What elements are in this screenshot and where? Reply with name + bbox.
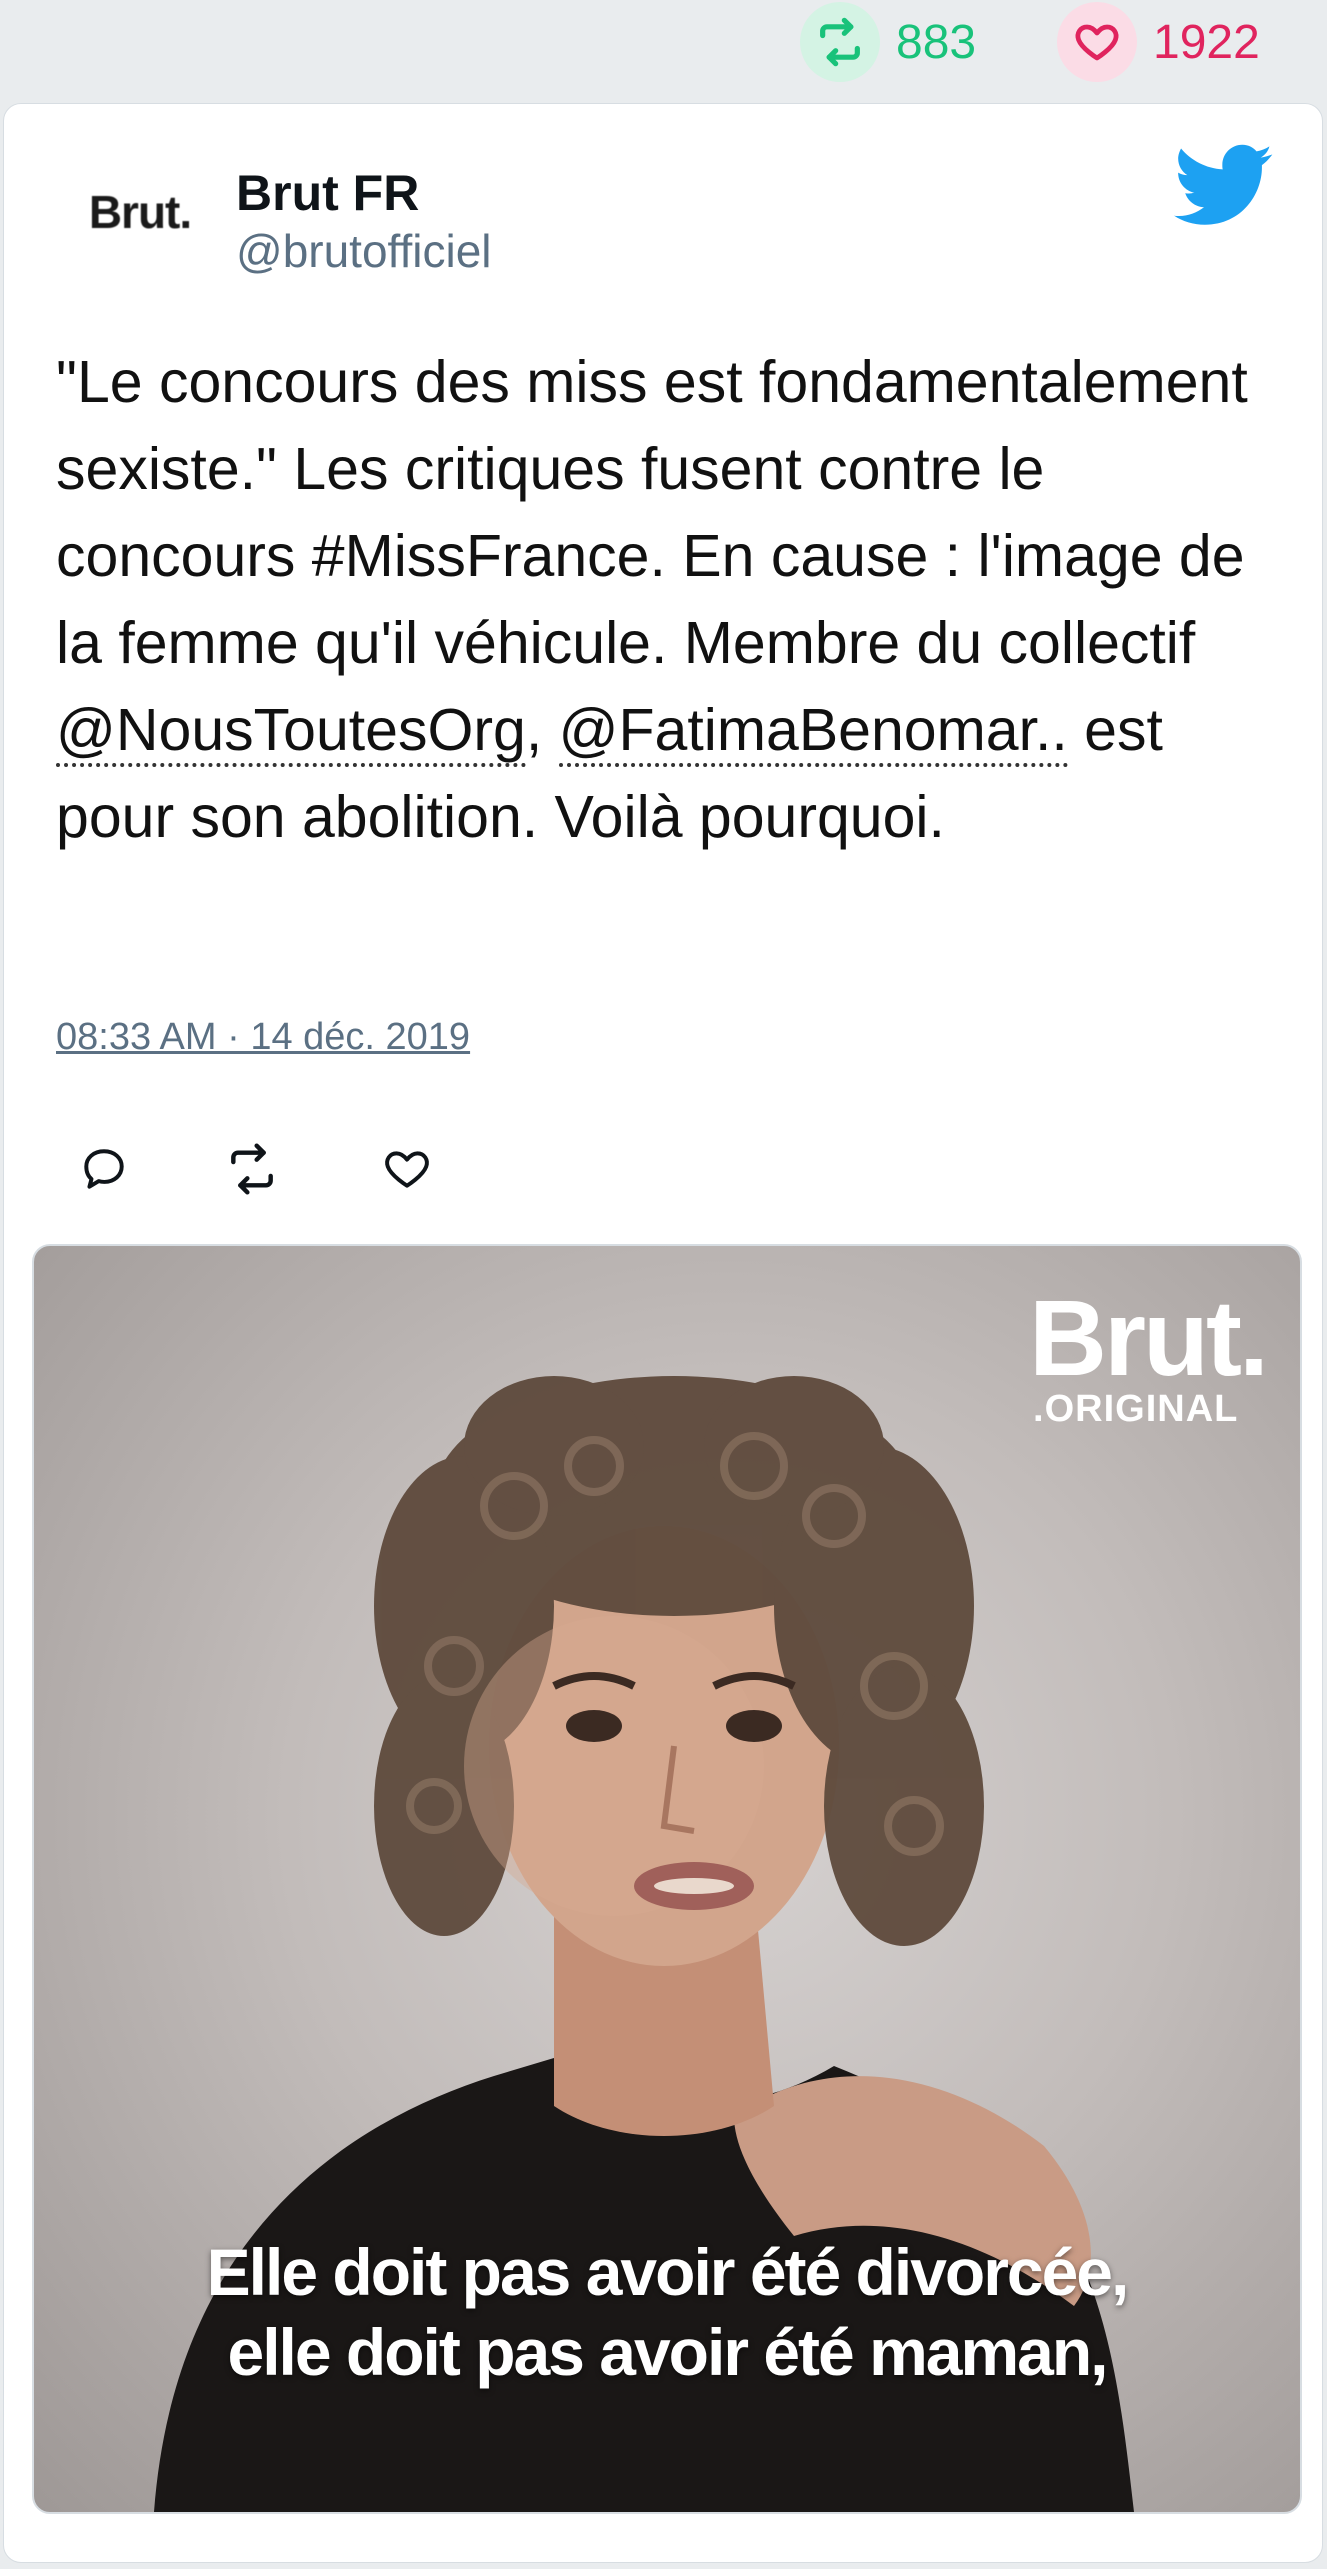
tweet-video[interactable]: Brut. .ORIGINAL Elle doit pas avoir été … [32,1244,1302,2514]
tweet-text-part: "Le concours des miss est fondamentaleme… [56,349,1248,676]
retweet-icon [800,2,880,82]
tweet-card[interactable]: Brut. Brut FR @brutofficiel "Le concours… [3,103,1323,2563]
mention-link[interactable]: @NousToutesOrg [56,697,526,767]
tweet-text-part: , [525,697,559,763]
avatar[interactable]: Brut. [52,156,228,268]
retweet-icon[interactable] [222,1139,282,1199]
caption-line: Elle doit pas avoir été divorcée, [206,2235,1130,2309]
brut-original-logo: Brut. .ORIGINAL [1029,1277,1269,1431]
brut-logo-text: Brut. [1029,1277,1269,1398]
twitter-bird-icon[interactable] [1174,144,1274,228]
tweet-timestamp[interactable]: 08:33 AM · 14 déc. 2019 [56,1016,470,1059]
mention-text: @FatimaBenomar [558,697,1035,763]
mention-link[interactable]: @FatimaBenomar.. [558,697,1068,767]
author-handle[interactable]: @brutofficiel [236,224,492,278]
heart-icon[interactable] [377,1139,437,1199]
tweet-text: "Le concours des miss est fondamentaleme… [56,339,1296,861]
caption-line: elle doit pas avoir été maman, [227,2315,1108,2389]
author-name[interactable]: Brut FR [236,164,419,222]
original-label: .ORIGINAL [1033,1388,1239,1430]
retweet-count: 883 [896,15,977,69]
mention-suffix: .. [1034,697,1068,763]
reply-icon[interactable] [74,1139,134,1199]
engagement-stats: 883 1922 [0,0,1327,84]
video-caption: Elle doit pas avoir été divorcée, elle d… [34,2232,1300,2392]
heart-icon [1057,2,1137,82]
retweet-stat[interactable]: 883 [800,0,976,84]
like-stat[interactable]: 1922 [1057,0,1260,84]
like-count: 1922 [1153,15,1260,69]
